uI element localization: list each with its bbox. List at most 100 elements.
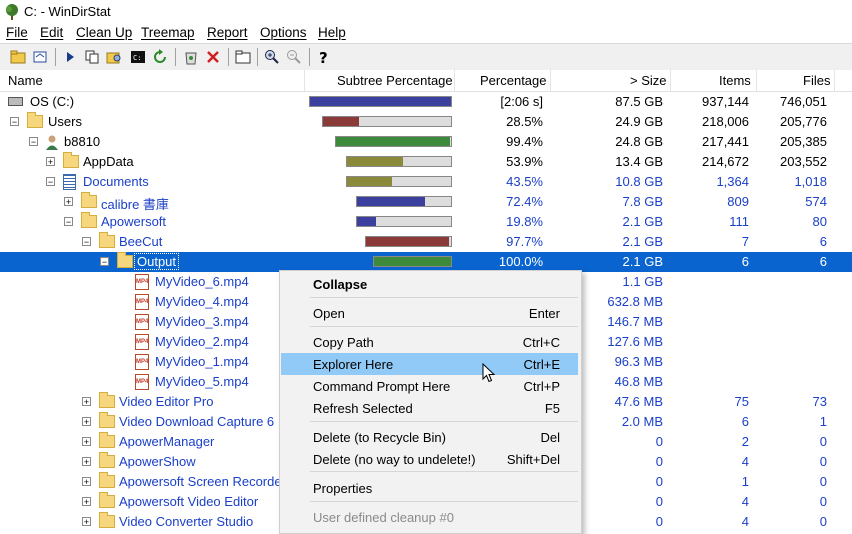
size-cell: 47.6 MB	[614, 394, 663, 409]
selected-row[interactable]: − Output 100.0% 2.1 GB 6 6	[0, 252, 852, 272]
column-size[interactable]: > Size	[630, 73, 667, 88]
menu-options[interactable]: Options	[260, 25, 307, 40]
expand-icon[interactable]: +	[64, 197, 73, 207]
menu-item-command-prompt-here[interactable]: Command Prompt Here Ctrl+P	[281, 375, 578, 397]
explorer-icon[interactable]	[104, 47, 124, 67]
column-divider[interactable]	[454, 70, 455, 91]
collapse-icon[interactable]: −	[64, 217, 73, 227]
expand-icon[interactable]: +	[82, 397, 91, 407]
collapse-icon[interactable]: −	[29, 137, 38, 147]
column-subtree-percentage[interactable]: Subtree Percentage	[337, 73, 453, 88]
video-file-icon: MP4	[135, 294, 149, 310]
play-icon[interactable]	[60, 47, 80, 67]
table-row[interactable]: + calibre 書庫 72.4% 7.8 GB 809 574	[0, 192, 852, 212]
menu-help[interactable]: Help	[318, 25, 346, 40]
delete-icon[interactable]	[203, 47, 223, 67]
menu-bar: File Edit Clean Up Treemap Report Option…	[0, 24, 852, 43]
menu-item-delete-no-way-to-undelete[interactable]: Delete (no way to undelete!) Shift+Del	[281, 448, 578, 470]
row-name: MyVideo_6.mp4	[155, 274, 249, 289]
subtree-percentage-bar	[373, 256, 452, 267]
menu-edit[interactable]: Edit	[40, 25, 63, 40]
copy-icon[interactable]	[82, 47, 102, 67]
table-row[interactable]: OS (C:) [2:06 s] 87.5 GB 937,144 746,051	[0, 92, 852, 112]
column-items[interactable]: Items	[719, 73, 751, 88]
open-folder-icon[interactable]	[8, 47, 28, 67]
folder-icon	[99, 232, 115, 248]
collapse-icon[interactable]: −	[100, 257, 109, 267]
subtree-percentage-bar	[335, 136, 452, 147]
expand-icon[interactable]: +	[82, 497, 91, 507]
folder-icon	[99, 432, 115, 448]
row-name: Output	[133, 253, 180, 270]
refresh-icon[interactable]	[150, 47, 170, 67]
row-name: Apowersoft Video Editor	[119, 494, 259, 509]
folder-icon	[81, 212, 97, 228]
size-cell: 127.6 MB	[607, 334, 663, 349]
menu-item-label: Collapse	[313, 277, 368, 292]
title-bar: C: - WinDirStat	[0, 0, 852, 24]
menu-item-copy-path[interactable]: Copy Path Ctrl+C	[281, 331, 578, 353]
menu-report[interactable]: Report	[207, 25, 248, 40]
menu-item-refresh-selected[interactable]: Refresh Selected F5	[281, 397, 578, 419]
menu-item-open[interactable]: Open Enter	[281, 302, 578, 324]
size-cell: 146.7 MB	[607, 314, 663, 329]
table-row[interactable]: − b8810 99.4% 24.8 GB 217,441 205,385	[0, 132, 852, 152]
menu-item-properties[interactable]: Properties	[281, 477, 578, 499]
collapse-icon[interactable]: −	[10, 117, 19, 127]
column-divider[interactable]	[550, 70, 551, 91]
expand-icon[interactable]: +	[82, 517, 91, 527]
expand-icon[interactable]: +	[82, 437, 91, 447]
rescan-icon[interactable]	[30, 47, 50, 67]
zoom-out-icon[interactable]	[284, 47, 304, 67]
svg-text:?: ?	[319, 49, 328, 65]
subtree-percentage-fill	[347, 177, 392, 186]
column-name[interactable]: Name	[8, 73, 43, 88]
video-file-icon: MP4	[135, 374, 149, 390]
expand-icon[interactable]: +	[82, 417, 91, 427]
zoom-in-icon[interactable]	[262, 47, 282, 67]
column-divider[interactable]	[304, 70, 305, 91]
column-divider[interactable]	[670, 70, 671, 91]
expand-icon[interactable]: +	[82, 477, 91, 487]
size-cell: 7.8 GB	[622, 194, 663, 209]
subtree-percentage-bar	[309, 96, 452, 107]
table-row[interactable]: − Users 28.5% 24.9 GB 218,006 205,776	[0, 112, 852, 132]
column-divider[interactable]	[756, 70, 757, 91]
column-header: Name Subtree Percentage Percentage > Siz…	[0, 70, 852, 92]
table-row[interactable]: − Documents 43.5% 10.8 GB 1,364 1,018	[0, 172, 852, 192]
command-prompt-icon[interactable]: C:	[128, 47, 148, 67]
column-files[interactable]: Files	[803, 73, 830, 88]
percentage-cell: 19.8%	[506, 214, 543, 229]
collapse-icon[interactable]: −	[82, 237, 91, 247]
menu-item-shortcut: Ctrl+C	[522, 335, 560, 350]
column-percentage[interactable]: Percentage	[480, 73, 547, 88]
table-row[interactable]: + AppData 53.9% 13.4 GB 214,672 203,552	[0, 152, 852, 172]
menu-item-shortcut: Enter	[528, 306, 560, 321]
row-name: MyVideo_5.mp4	[155, 374, 249, 389]
menu-item-explorer-here[interactable]: Explorer Here Ctrl+E	[281, 353, 578, 375]
percentage-cell: 43.5%	[506, 174, 543, 189]
column-divider[interactable]	[834, 70, 835, 91]
files-cell: 0	[819, 514, 827, 529]
items-cell: 937,144	[702, 94, 749, 109]
menu-item-collapse[interactable]: Collapse	[281, 273, 578, 295]
files-cell: 574	[805, 194, 827, 209]
recycle-bin-icon[interactable]	[181, 47, 201, 67]
size-cell: 632.8 MB	[607, 294, 663, 309]
items-cell: 6	[741, 414, 749, 429]
menu-file[interactable]: File	[6, 25, 28, 40]
help-icon[interactable]: ?	[314, 47, 334, 67]
table-row[interactable]: − Apowersoft 19.8% 2.1 GB 111 80	[0, 212, 852, 232]
expand-icon[interactable]: +	[46, 157, 55, 167]
menu-item-delete-to-recycle-bin[interactable]: Delete (to Recycle Bin) Del	[281, 426, 578, 448]
menu-clean-up[interactable]: Clean Up	[76, 25, 132, 40]
row-name: MyVideo_2.mp4	[155, 334, 249, 349]
table-row[interactable]: − BeeCut 97.7% 2.1 GB 7 6	[0, 232, 852, 252]
expand-icon[interactable]: +	[82, 457, 91, 467]
properties-icon[interactable]	[233, 47, 253, 67]
collapse-icon[interactable]: −	[46, 177, 55, 187]
menu-treemap[interactable]: Treemap	[141, 25, 195, 40]
size-cell: 2.0 MB	[621, 414, 663, 429]
percentage-cell: 28.5%	[506, 114, 543, 129]
size-cell: 13.4 GB	[615, 154, 663, 169]
